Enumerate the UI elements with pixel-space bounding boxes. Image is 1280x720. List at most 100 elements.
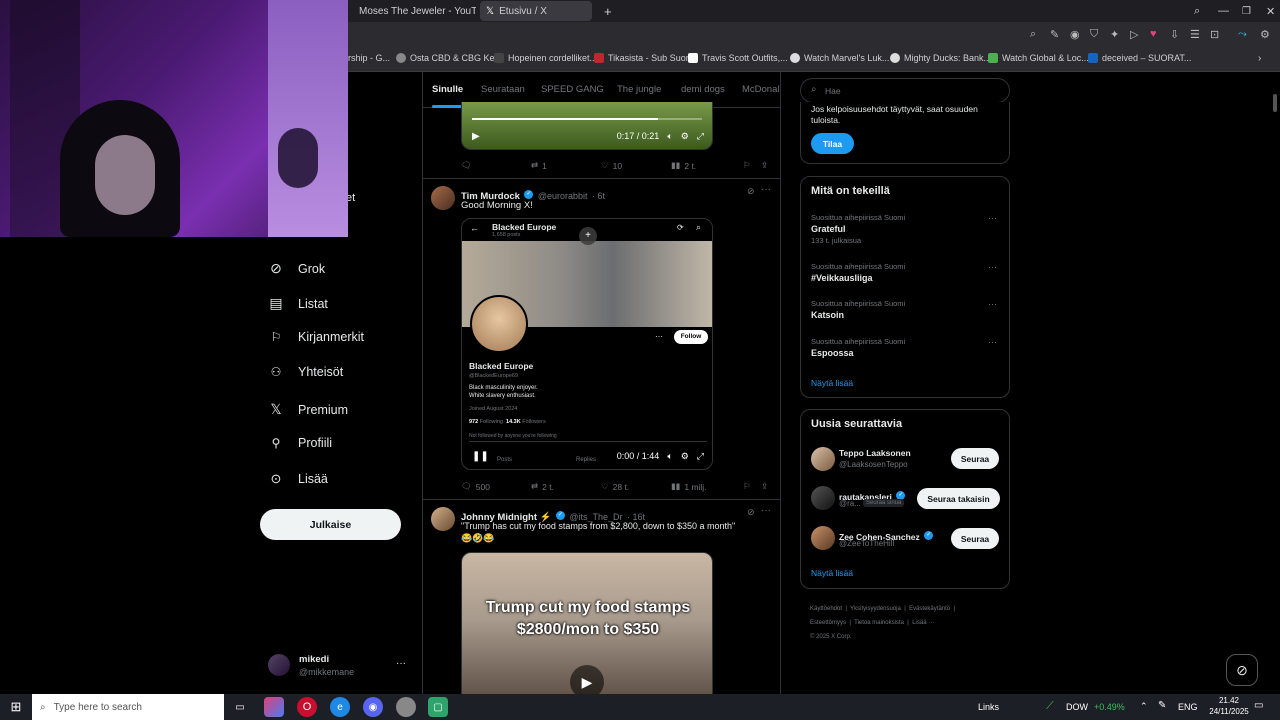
- more-dots-icon[interactable]: ···: [761, 505, 771, 516]
- sidebar-item-premium[interactable]: 𝕏 Premium: [268, 401, 348, 418]
- bookmark-item[interactable]: Watch Marvel's Luk...: [790, 53, 889, 63]
- more-dots-icon[interactable]: ···: [988, 337, 997, 347]
- grok-icon[interactable]: ⊘: [747, 186, 755, 197]
- video-progress-track[interactable]: [472, 118, 702, 120]
- stock-name[interactable]: DOW: [1066, 702, 1088, 712]
- notification-icon[interactable]: ▭: [1254, 700, 1263, 711]
- tab-x-home[interactable]: 𝕏 Etusivu / X: [480, 1, 592, 21]
- volume-icon[interactable]: 🔈︎: [667, 131, 672, 142]
- grok-icon[interactable]: ⊘: [1226, 654, 1258, 686]
- lock-icon[interactable]: ⊡: [1210, 28, 1219, 41]
- bookmark-item[interactable]: Mighty Ducks: Bank...: [890, 53, 991, 63]
- bookmark-button[interactable]: ⚐: [743, 481, 751, 492]
- tab-list[interactable]: McDonal: [742, 84, 780, 95]
- views-button[interactable]: ▮▮ 2 t.: [671, 160, 696, 171]
- author-handle[interactable]: @eurorabbit: [538, 191, 588, 201]
- maximize-button[interactable]: ❐: [1236, 1, 1257, 21]
- trend-item[interactable]: Suosittua aihepiirissä Suomi #Veikkausli…: [811, 262, 1001, 283]
- sidebar-item-grok[interactable]: ⊘ Grok: [268, 260, 325, 277]
- taskbar-search[interactable]: ⌕ Type here to search: [32, 694, 224, 720]
- show-more-link[interactable]: Näytä lisää: [811, 378, 853, 388]
- pen-icon[interactable]: ✎: [1158, 700, 1166, 711]
- video-player[interactable]: ▶ 0:17 / 0:21 🔈︎ ⚙ ⤢: [461, 102, 713, 150]
- settings-icon[interactable]: ⚙: [681, 451, 689, 462]
- volume-icon[interactable]: 🔈︎: [667, 451, 672, 462]
- menu-icon[interactable]: ☰: [1190, 28, 1200, 41]
- language-indicator[interactable]: ENG: [1178, 702, 1198, 712]
- avatar[interactable]: [811, 526, 835, 550]
- edge-icon[interactable]: e: [330, 697, 350, 717]
- bookmark-item[interactable]: Watch Global & Loc...: [988, 53, 1089, 63]
- more-dots-icon[interactable]: ···: [988, 213, 997, 223]
- more-dots-icon[interactable]: ···: [761, 184, 771, 195]
- video-player[interactable]: Trump cut my food stamps $2800/mon to $3…: [461, 552, 713, 694]
- share-button[interactable]: ⇪: [761, 481, 768, 492]
- tab-list[interactable]: SPEED GANG: [541, 84, 604, 95]
- tab-youtube[interactable]: Moses The Jeweler - YouT: [348, 1, 476, 21]
- tab-list[interactable]: demi dogs: [681, 84, 725, 95]
- app-icon[interactable]: [396, 697, 416, 717]
- more-dots-icon[interactable]: ···: [988, 299, 997, 309]
- footer-link[interactable]: Esteettömyys: [810, 620, 846, 626]
- minimize-button[interactable]: —: [1212, 1, 1235, 21]
- bookmark-item[interactable]: Tikasista - Sub Suora: [594, 53, 694, 63]
- follow-back-button[interactable]: Seuraa takaisin: [917, 488, 1000, 509]
- app-icon[interactable]: ▢: [428, 697, 448, 717]
- links-toolbar[interactable]: Links: [978, 702, 999, 712]
- tweet-time[interactable]: · 6t: [592, 191, 605, 201]
- app-icon[interactable]: [264, 697, 284, 717]
- tab-list[interactable]: The jungle: [617, 84, 661, 95]
- vpn-icon[interactable]: ⤳: [1238, 28, 1247, 41]
- footer-link[interactable]: Evästekäytäntö: [909, 606, 950, 612]
- zoom-icon[interactable]: ⌕: [1030, 28, 1036, 41]
- clock-time[interactable]: 21.42: [1212, 696, 1246, 705]
- chevron-up-icon[interactable]: ⌃: [1140, 701, 1148, 712]
- fullscreen-icon[interactable]: ⤢: [697, 451, 704, 462]
- footer-link[interactable]: Tietoa mainoksista: [854, 620, 904, 626]
- download-icon[interactable]: ⇩: [1170, 28, 1179, 41]
- views-button[interactable]: ▮▮ 1 milj.: [671, 481, 707, 492]
- start-button[interactable]: ⊞: [6, 697, 26, 717]
- reply-button[interactable]: 🗨︎: [461, 160, 472, 171]
- camera-icon[interactable]: ◉: [1070, 28, 1080, 41]
- tab-for-you[interactable]: Sinulle: [432, 84, 463, 95]
- suggestion-name[interactable]: Teppo Laaksonen: [839, 448, 911, 458]
- shield-icon[interactable]: ⛉: [1090, 28, 1098, 41]
- bookmark-item[interactable]: deceived – SUORAT...: [1088, 53, 1191, 63]
- play-icon[interactable]: ▶: [472, 131, 480, 142]
- like-button[interactable]: ♡ 10: [601, 160, 622, 171]
- avatar[interactable]: [431, 186, 455, 210]
- fullscreen-icon[interactable]: ⤢: [697, 131, 704, 142]
- video-player[interactable]: ← Blacked Europe 1,658 posts ⟳ ⌕ + ··· F…: [461, 218, 713, 470]
- scrollbar[interactable]: [1273, 94, 1277, 112]
- search-box[interactable]: ⌕ Hae: [800, 78, 1010, 103]
- sidebar-item-profile[interactable]: ⚲ Profiili: [268, 436, 332, 450]
- bookmark-button[interactable]: ⚐: [743, 160, 751, 171]
- bookmarks-overflow-icon[interactable]: ›: [1258, 53, 1261, 64]
- sidebar-item-communities[interactable]: ⚇ Yhteisöt: [268, 365, 344, 379]
- play-icon[interactable]: ▶: [570, 665, 604, 694]
- search-input[interactable]: Hae: [825, 86, 841, 96]
- new-tab-button[interactable]: +: [598, 1, 614, 21]
- bookmark-item[interactable]: Osta CBD & CBG Ke...: [396, 53, 502, 63]
- subscribe-button[interactable]: Tilaa: [811, 133, 854, 154]
- post-button[interactable]: Julkaise: [260, 509, 401, 540]
- trend-item[interactable]: Suosittua aihepiirissä Suomi Espoossa: [811, 337, 1001, 358]
- trend-item[interactable]: Suosittua aihepiirissä Suomi Grateful 13…: [811, 213, 1001, 245]
- pause-icon[interactable]: ❚❚: [472, 451, 489, 462]
- share-button[interactable]: ⇪: [761, 160, 768, 171]
- opera-icon[interactable]: O: [297, 697, 317, 717]
- avatar[interactable]: [811, 486, 835, 510]
- like-button[interactable]: ♡ 28 t.: [601, 481, 629, 492]
- bookmark-item[interactable]: Hopeinen cordelliket...: [494, 53, 597, 63]
- settings-icon[interactable]: ⚙: [1260, 28, 1270, 41]
- avatar[interactable]: [811, 447, 835, 471]
- footer-link[interactable]: Yksityisyydensuoja: [850, 606, 901, 612]
- avatar[interactable]: [431, 507, 455, 531]
- more-dots-icon[interactable]: ···: [988, 262, 997, 272]
- bookmark-item[interactable]: Travis Scott Outfits,...: [688, 53, 788, 63]
- play-icon[interactable]: ▷: [1130, 28, 1138, 41]
- show-more-link[interactable]: Näytä lisää: [811, 568, 853, 578]
- tab-following[interactable]: Seurataan: [481, 84, 525, 95]
- retweet-button[interactable]: ⇄ 1: [531, 160, 547, 171]
